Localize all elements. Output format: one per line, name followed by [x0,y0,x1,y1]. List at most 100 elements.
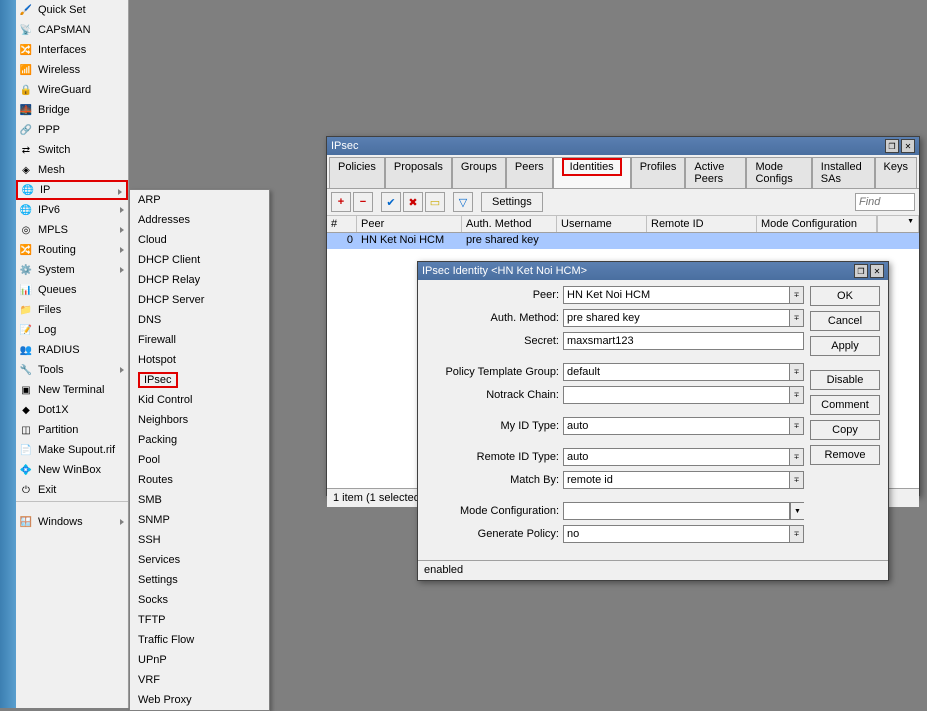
enable-button[interactable]: ✔ [381,192,401,212]
sidebar-item-ppp[interactable]: 🔗PPP [16,120,128,140]
sidebar-item-dot1x[interactable]: ◆Dot1X [16,400,128,420]
sidebar-item-files[interactable]: 📁Files [16,300,128,320]
table-row[interactable]: 0 HN Ket Noi HCM pre shared key [327,233,919,249]
ok-button[interactable]: OK [810,286,880,306]
submenu-item-packing[interactable]: Packing [130,430,269,450]
copy-button[interactable]: Copy [810,420,880,440]
submenu-item-dhcp-server[interactable]: DHCP Server [130,290,269,310]
sidebar-item-quick-set[interactable]: 🖌️Quick Set [16,0,128,20]
sidebar-item-ip[interactable]: 🌐IP [16,180,128,200]
restore-icon[interactable]: ❐ [885,139,899,153]
submenu-item-cloud[interactable]: Cloud [130,230,269,250]
tab-groups[interactable]: Groups [452,157,506,188]
sidebar-item-capsman[interactable]: 📡CAPsMAN [16,20,128,40]
sidebar-item-new-terminal[interactable]: ▣New Terminal [16,380,128,400]
submenu-item-arp[interactable]: ARP [130,190,269,210]
submenu-item-dhcp-relay[interactable]: DHCP Relay [130,270,269,290]
submenu-item-pool[interactable]: Pool [130,450,269,470]
remove-button[interactable]: − [353,192,373,212]
submenu-item-ssh[interactable]: SSH [130,530,269,550]
comment-button[interactable]: Comment [810,395,880,415]
sidebar-item-wireguard[interactable]: 🔒WireGuard [16,80,128,100]
tab-proposals[interactable]: Proposals [385,157,452,188]
modecfg-field[interactable] [563,502,790,520]
myid-field[interactable]: auto [563,417,790,435]
submenu-item-ipsec[interactable]: IPsec [130,370,269,390]
peer-field[interactable]: HN Ket Noi HCM [563,286,790,304]
comment-button[interactable]: ▭ [425,192,445,212]
col-user[interactable]: Username [557,216,647,232]
sidebar-item-wireless[interactable]: 📶Wireless [16,60,128,80]
sidebar-item-new-winbox[interactable]: 💠New WinBox [16,460,128,480]
sidebar-item-bridge[interactable]: 🌉Bridge [16,100,128,120]
cancel-button[interactable]: Cancel [810,311,880,331]
submenu-item-addresses[interactable]: Addresses [130,210,269,230]
settings-button[interactable]: Settings [481,192,543,212]
sidebar-item-tools[interactable]: 🔧Tools [16,360,128,380]
find-input[interactable] [855,193,915,211]
submenu-item-hotspot[interactable]: Hotspot [130,350,269,370]
submenu-item-vrf[interactable]: VRF [130,670,269,690]
chevron-down-icon[interactable]: ∓ [790,471,804,489]
ptg-field[interactable]: default [563,363,790,381]
submenu-item-smb[interactable]: SMB [130,490,269,510]
sidebar-item-mesh[interactable]: ◈Mesh [16,160,128,180]
filter-button[interactable]: ▽ [453,192,473,212]
tab-profiles[interactable]: Profiles [631,157,686,188]
tab-active-peers[interactable]: Active Peers [685,157,746,188]
col-remote[interactable]: Remote ID [647,216,757,232]
disable-button[interactable]: Disable [810,370,880,390]
submenu-item-services[interactable]: Services [130,550,269,570]
sidebar-item-exit[interactable]: ⏻Exit [16,480,128,500]
chevron-down-icon[interactable]: ∓ [790,363,804,381]
sidebar-item-make-supout.rif[interactable]: 📄Make Supout.rif [16,440,128,460]
restore-icon[interactable]: ❐ [854,264,868,278]
match-field[interactable]: remote id [563,471,790,489]
close-icon[interactable]: ✕ [870,264,884,278]
sidebar-item-ipv6[interactable]: 🌐IPv6 [16,200,128,220]
disable-button[interactable]: ✖ [403,192,423,212]
sidebar-item-switch[interactable]: ⇄Switch [16,140,128,160]
col-menu[interactable]: ▼ [877,216,919,232]
submenu-item-traffic-flow[interactable]: Traffic Flow [130,630,269,650]
sidebar-item-partition[interactable]: ◫Partition [16,420,128,440]
submenu-item-tftp[interactable]: TFTP [130,610,269,630]
add-button[interactable]: + [331,192,351,212]
sidebar-item-routing[interactable]: 🔀Routing [16,240,128,260]
submenu-item-socks[interactable]: Socks [130,590,269,610]
sidebar-item-mpls[interactable]: ◎MPLS [16,220,128,240]
auth-field[interactable]: pre shared key [563,309,790,327]
col-auth[interactable]: Auth. Method [462,216,557,232]
notrack-field[interactable] [563,386,790,404]
chevron-down-icon[interactable]: ∓ [790,386,804,404]
chevron-down-icon[interactable]: ∓ [790,286,804,304]
tab-installed-sas[interactable]: Installed SAs [812,157,875,188]
tab-policies[interactable]: Policies [329,157,385,188]
submenu-item-web-proxy[interactable]: Web Proxy [130,690,269,710]
tab-identities[interactable]: Identities [553,157,631,188]
tab-peers[interactable]: Peers [506,157,553,188]
chevron-down-icon[interactable]: ∓ [790,309,804,327]
sidebar-item-windows[interactable]: 🪟 Windows [16,512,128,532]
submenu-item-snmp[interactable]: SNMP [130,510,269,530]
submenu-item-dns[interactable]: DNS [130,310,269,330]
chevron-down-icon[interactable]: ▼ [790,502,804,520]
sidebar-item-interfaces[interactable]: 🔀Interfaces [16,40,128,60]
chevron-down-icon[interactable]: ∓ [790,525,804,543]
chevron-down-icon[interactable]: ∓ [790,448,804,466]
identity-titlebar[interactable]: IPsec Identity <HN Ket Noi HCM> ❐ ✕ [418,262,888,280]
close-icon[interactable]: ✕ [901,139,915,153]
sidebar-item-radius[interactable]: 👥RADIUS [16,340,128,360]
submenu-item-dhcp-client[interactable]: DHCP Client [130,250,269,270]
apply-button[interactable]: Apply [810,336,880,356]
col-mode[interactable]: Mode Configuration [757,216,877,232]
tab-keys[interactable]: Keys [875,157,917,188]
submenu-item-firewall[interactable]: Firewall [130,330,269,350]
sidebar-item-log[interactable]: 📝Log [16,320,128,340]
sidebar-item-queues[interactable]: 📊Queues [16,280,128,300]
genpol-field[interactable]: no [563,525,790,543]
tab-mode-configs[interactable]: Mode Configs [746,157,811,188]
submenu-item-settings[interactable]: Settings [130,570,269,590]
col-num[interactable]: # [327,216,357,232]
sidebar-item-system[interactable]: ⚙️System [16,260,128,280]
